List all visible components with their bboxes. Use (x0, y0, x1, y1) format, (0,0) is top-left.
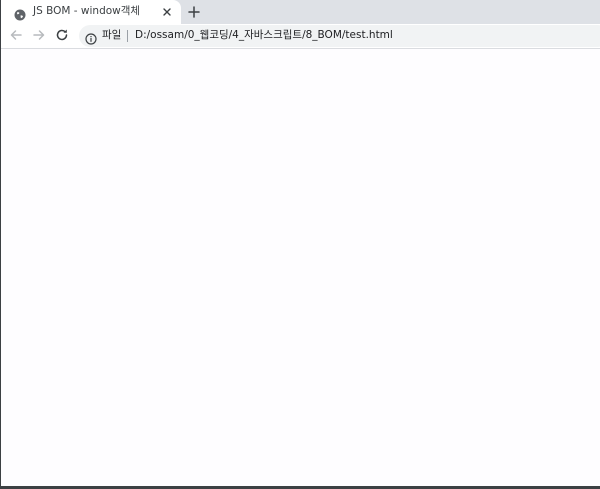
arrow-right-icon (32, 27, 46, 46)
reload-button[interactable] (54, 28, 70, 44)
close-icon[interactable] (160, 5, 174, 19)
forward-button[interactable] (31, 28, 47, 44)
tab-strip: JS BOM - window객체 (1, 0, 600, 24)
back-button[interactable] (8, 28, 24, 44)
plus-icon (188, 3, 200, 22)
page-content (1, 49, 600, 488)
arrow-left-icon (9, 27, 23, 46)
toolbar: 파일 D:/ossam/0_웹코딩/4_자바스크립트/8_BOM/test.ht… (1, 24, 600, 49)
new-tab-button[interactable] (185, 3, 203, 21)
omnibox-divider (127, 30, 128, 42)
url-text[interactable]: D:/ossam/0_웹코딩/4_자바스크립트/8_BOM/test.html (135, 28, 393, 43)
globe-icon (14, 6, 26, 21)
tab-title: JS BOM - window객체 (33, 5, 141, 17)
address-bar[interactable]: 파일 D:/ossam/0_웹코딩/4_자바스크립트/8_BOM/test.ht… (79, 25, 600, 47)
info-icon[interactable] (85, 30, 97, 45)
reload-icon (55, 27, 69, 46)
tab-active[interactable]: JS BOM - window객체 (1, 0, 181, 24)
browser-window: JS BOM - window객체 파일 D:/ossam/0_웹코딩/4_자바… (0, 0, 600, 489)
security-chip-label[interactable]: 파일 (102, 28, 121, 43)
